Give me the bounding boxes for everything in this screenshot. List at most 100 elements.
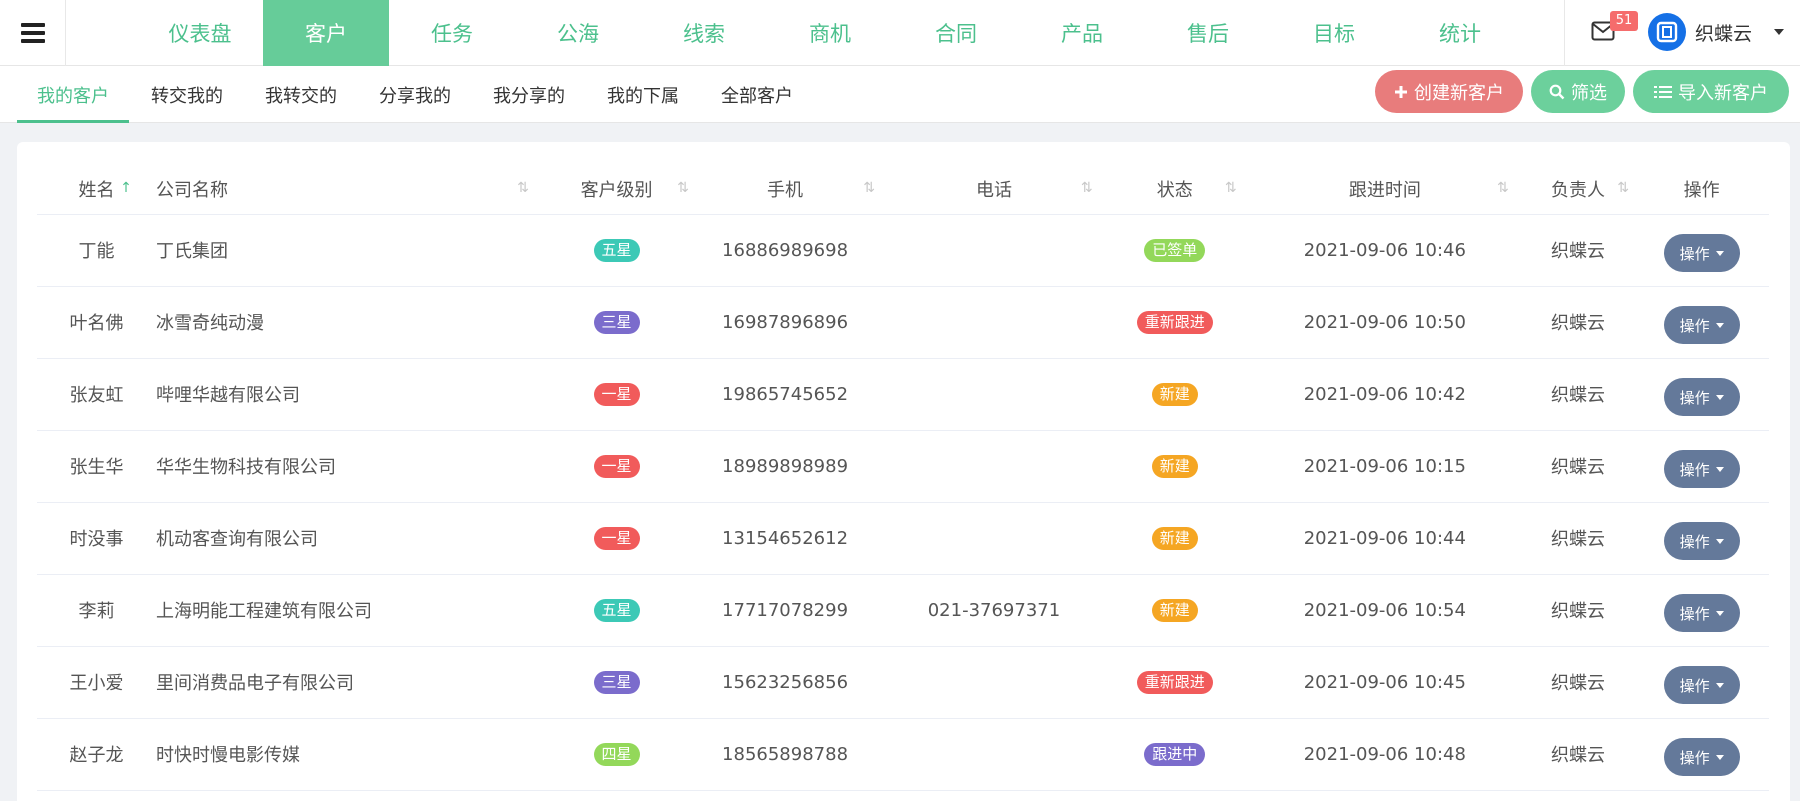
cell-owner: 织蝶云 [1521,430,1635,503]
cell-actions: 操作 [1634,718,1769,791]
cell-followup-time: 2021-09-06 10:50 [1247,286,1522,359]
status-badge: 已签单 [1144,238,1206,262]
table-row[interactable]: 丁能 丁氏集团 五星 16886989698 已签单 2021-09-06 10:46 织蝶… [37,214,1769,287]
sort-icon[interactable]: ⇅ [1078,180,1096,198]
row-action-label: 操作 [1679,604,1710,623]
tab-6[interactable]: 全部客户 [701,66,813,123]
level-badge: 一星 [593,382,640,406]
column-header-followup-time[interactable]: 跟进时间 ⇅ [1247,164,1522,215]
cell-phone [886,214,1102,287]
username[interactable]: 织蝶云 [1695,19,1752,46]
sort-icon[interactable]: ⇅ [1614,180,1632,198]
row-action-button[interactable]: 操作 [1663,522,1740,560]
cell-followup-time: 2021-09-06 10:46 [1247,214,1522,287]
cell-status: 新建 [1101,358,1248,431]
row-action-button[interactable]: 操作 [1663,306,1740,344]
cell-status: 重新跟进 [1101,286,1248,359]
row-action-button[interactable]: 操作 [1663,738,1740,776]
nav-item-5[interactable]: 商机 [767,0,893,66]
row-action-button[interactable]: 操作 [1663,234,1740,272]
cell-actions: 操作 [1634,214,1769,287]
cell-phone: 021-37697371 [886,574,1102,647]
tab-4[interactable]: 我分享的 [473,66,585,123]
column-header-owner[interactable]: 负责人 ⇅ [1521,164,1635,215]
sort-asc-icon[interactable]: ↑ [117,180,135,198]
row-action-label: 操作 [1679,460,1710,479]
column-header-level[interactable]: 客户级别 ⇅ [549,164,689,215]
table-row[interactable]: 王小爱 里间消费品电子有限公司 三星 15623256856 重新跟进 2021-09-0… [37,646,1769,719]
cell-owner: 织蝶云 [1521,646,1635,719]
column-header-phone[interactable]: 电话 ⇅ [886,164,1102,215]
cell-mobile: 16886989698 [683,214,887,287]
cell-phone [886,358,1102,431]
cell-followup-time: 2021-09-06 10:54 [1247,574,1522,647]
row-action-button[interactable]: 操作 [1663,378,1740,416]
column-header-company[interactable]: 公司名称 ⇅ [156,164,550,215]
status-badge: 新建 [1151,526,1198,550]
row-action-button[interactable]: 操作 [1663,450,1740,488]
cell-followup-time: 2021-09-06 10:44 [1247,502,1522,575]
user-area: 51 织蝶云 [1564,0,1800,66]
filter-button[interactable]: 筛选 [1531,70,1625,113]
column-header-status[interactable]: 状态 ⇅ [1101,164,1248,215]
cell-phone [886,718,1102,791]
cell-owner: 织蝶云 [1521,286,1635,359]
nav-item-4[interactable]: 线索 [641,0,767,66]
cell-level: 一星 [549,358,684,431]
caret-down-icon [1715,538,1724,544]
menu-toggle-button[interactable] [0,0,66,66]
caret-down-icon [1715,322,1724,328]
nav-item-3[interactable]: 公海 [515,0,641,66]
row-action-button[interactable]: 操作 [1663,594,1740,632]
tab-2[interactable]: 我转交的 [245,66,357,123]
cell-name: 王小爱 [37,646,157,719]
cell-phone [886,646,1102,719]
table-row[interactable]: 张生华 华华生物科技有限公司 一星 18989898989 新建 2021-09-06 1… [37,430,1769,503]
level-badge: 五星 [593,598,640,622]
sort-icon[interactable]: ⇅ [1494,180,1512,198]
tab-0[interactable]: 我的客户 [17,66,129,123]
create-customer-button[interactable]: 创建新客户 [1375,70,1523,113]
caret-down-icon [1715,466,1724,472]
nav-item-0[interactable]: 仪表盘 [137,0,263,66]
sort-icon[interactable]: ⇅ [517,180,535,198]
row-action-label: 操作 [1679,532,1710,551]
cell-owner: 织蝶云 [1521,574,1635,647]
tab-1[interactable]: 转交我的 [131,66,243,123]
sort-icon[interactable]: ⇅ [1222,180,1240,198]
nav-item-10[interactable]: 统计 [1397,0,1523,66]
column-header-mobile[interactable]: 手机 ⇅ [683,164,887,215]
nav-item-6[interactable]: 合同 [893,0,1019,66]
caret-down-icon [1715,394,1724,400]
cell-status: 已签单 [1101,214,1248,287]
cell-status: 新建 [1101,502,1248,575]
cell-company: 丁氏集团 [156,214,550,287]
table-row[interactable]: 赵子龙 时快时慢电影传媒 四星 18565898788 跟进中 2021-09-06 10… [37,718,1769,791]
tab-3[interactable]: 分享我的 [359,66,471,123]
tab-5[interactable]: 我的下属 [587,66,699,123]
avatar[interactable] [1648,13,1686,51]
chevron-down-icon[interactable] [1774,29,1784,35]
table-row[interactable]: 李莉 上海明能工程建筑有限公司 五星 17717078299 021-37697371 新… [37,574,1769,647]
cell-actions: 操作 [1634,502,1769,575]
toolbar: 创建新客户 筛选 导入新客户 [1375,70,1789,113]
cell-level: 三星 [549,646,684,719]
nav-item-8[interactable]: 售后 [1145,0,1271,66]
cell-company: 机动客查询有限公司 [156,502,550,575]
table-row[interactable]: 叶名佛 冰雪奇纯动漫 三星 16987896896 重新跟进 2021-09-06 10:… [37,286,1769,359]
sort-icon[interactable]: ⇅ [860,180,878,198]
column-header-name[interactable]: 姓名 ↑ [37,164,157,215]
main-menu: 仪表盘 客户 任务 公海 线索 商机 合同 产品 售后 目标 统计 [137,0,1523,66]
cell-phone [886,502,1102,575]
level-badge: 三星 [593,670,640,694]
nav-item-2[interactable]: 任务 [389,0,515,66]
table-row[interactable]: 时没事 机动客查询有限公司 一星 13154652612 新建 2021-09-06 10… [37,502,1769,575]
nav-item-1[interactable]: 客户 [263,0,389,66]
nav-item-9[interactable]: 目标 [1271,0,1397,66]
cell-name: 李莉 [37,574,157,647]
row-action-button[interactable]: 操作 [1663,666,1740,704]
cell-company: 里间消费品电子有限公司 [156,646,550,719]
nav-item-7[interactable]: 产品 [1019,0,1145,66]
table-row[interactable]: 张友虹 哔哩华越有限公司 一星 19865745652 新建 2021-09-06 10:… [37,358,1769,431]
import-customer-button[interactable]: 导入新客户 [1633,70,1789,113]
